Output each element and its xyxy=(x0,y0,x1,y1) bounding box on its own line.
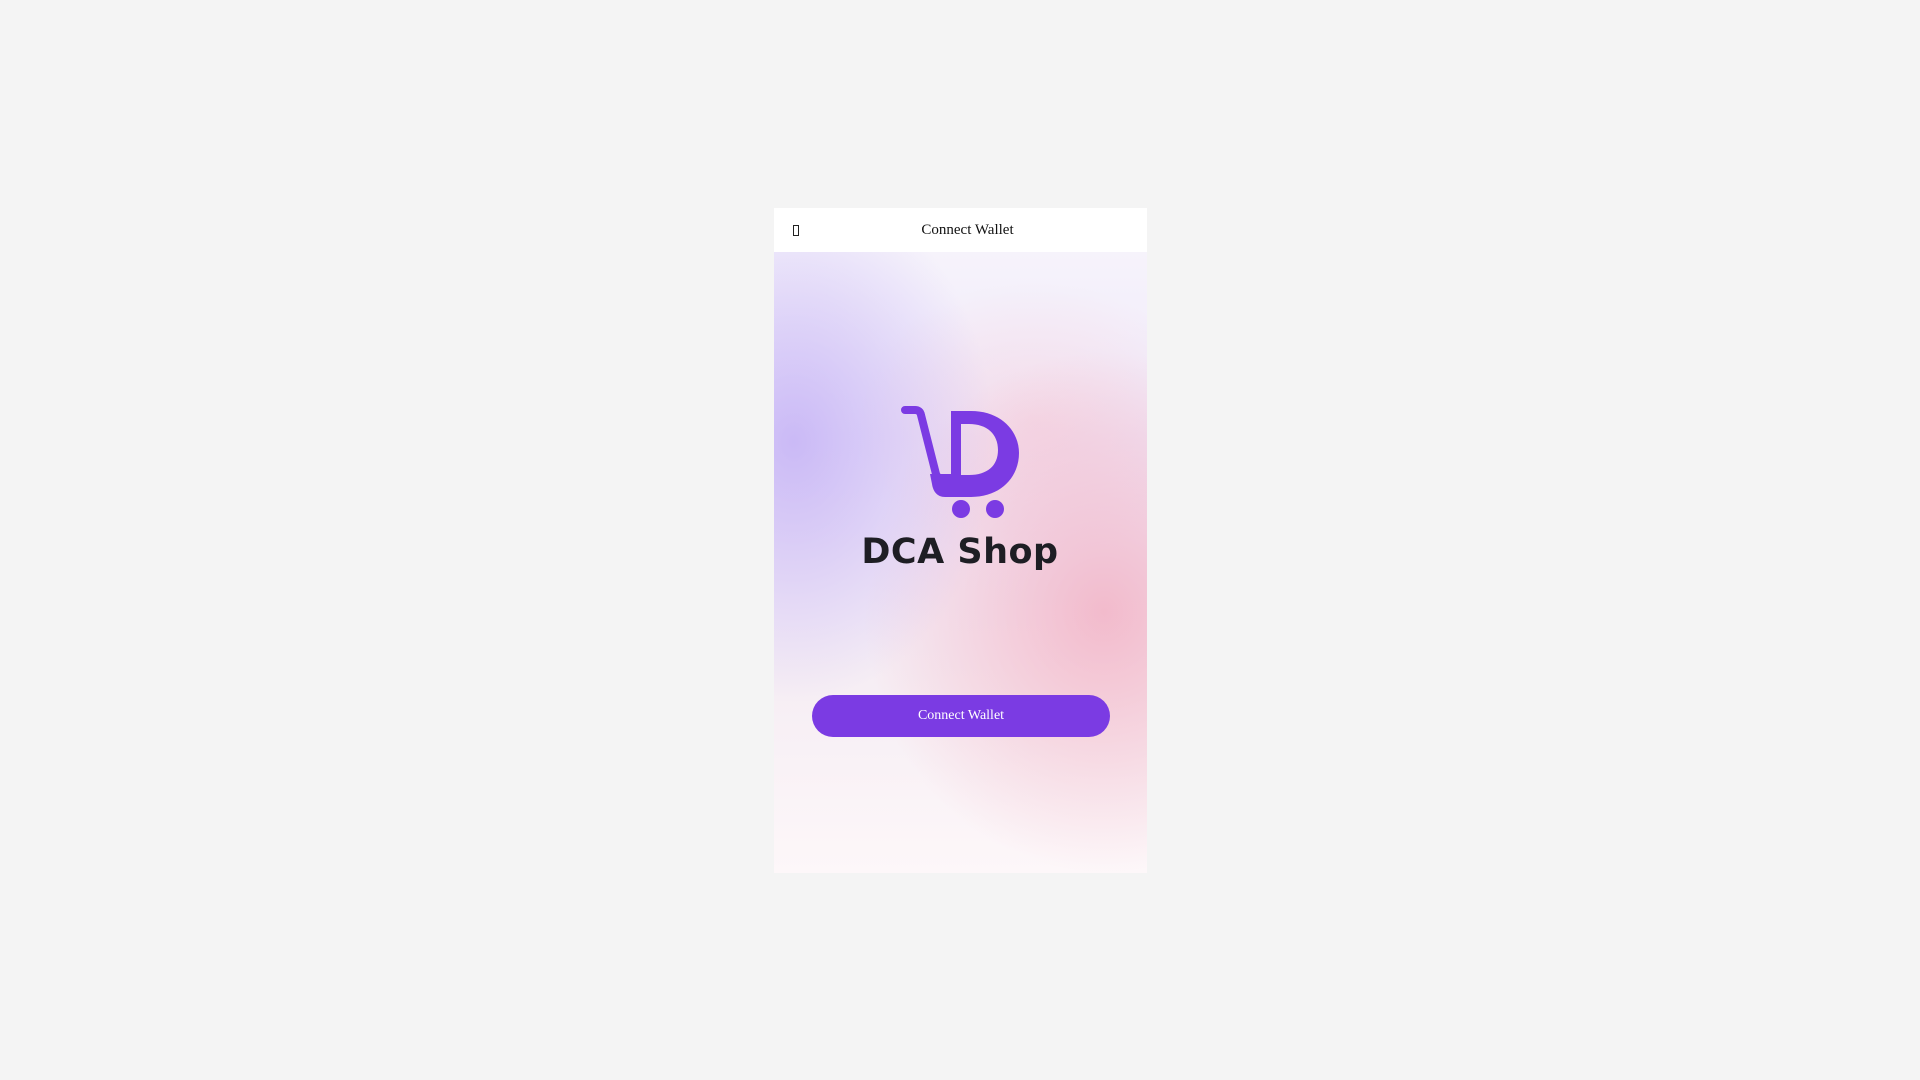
connect-wallet-content: DCA Shop Connect Wallet xyxy=(774,252,1147,873)
mobile-frame: Connect Wallet DCA Shop Connect Wallet xyxy=(774,208,1147,873)
app-logo: DCA Shop xyxy=(861,404,1058,584)
back-icon xyxy=(793,224,799,236)
page-title: Connect Wallet xyxy=(921,221,1014,238)
app-header: Connect Wallet xyxy=(774,208,1147,252)
connect-wallet-button[interactable]: Connect Wallet xyxy=(812,695,1110,737)
shopping-cart-d-icon xyxy=(901,406,1019,518)
back-button[interactable] xyxy=(782,216,810,244)
brand-name: DCA Shop xyxy=(861,532,1059,572)
